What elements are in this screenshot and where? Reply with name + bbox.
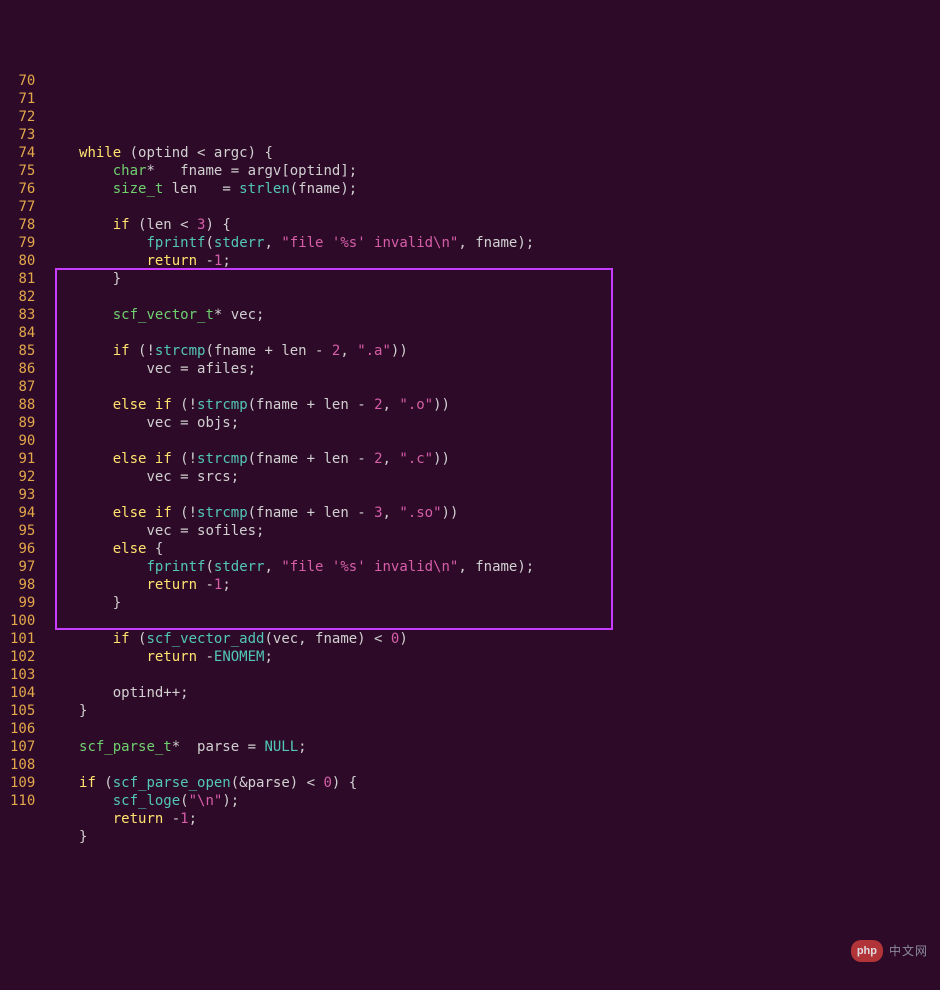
line-number: 87 [10, 378, 35, 396]
code-line: char* fname = argv[optind]; [45, 162, 534, 180]
code-line: return -1; [45, 576, 534, 594]
line-number: 74 [10, 144, 35, 162]
line-number: 79 [10, 234, 35, 252]
code-line: fprintf(stderr, "file '%s' invalid\n", f… [45, 234, 534, 252]
line-number: 89 [10, 414, 35, 432]
code-line: if (scf_parse_open(&parse) < 0) { [45, 774, 534, 792]
line-number: 110 [10, 792, 35, 810]
code-line: } [45, 270, 534, 288]
code-line [45, 720, 534, 738]
code-line [45, 486, 534, 504]
code-line: while (optind < argc) { [45, 144, 534, 162]
code-line [45, 432, 534, 450]
code-line: vec = sofiles; [45, 522, 534, 540]
code-line: else { [45, 540, 534, 558]
code-line [45, 756, 534, 774]
line-number: 106 [10, 720, 35, 738]
code-line: optind++; [45, 684, 534, 702]
line-number: 70 [10, 72, 35, 90]
watermark-badge: php [851, 940, 883, 962]
code-line: return -1; [45, 252, 534, 270]
line-number: 91 [10, 450, 35, 468]
code-line: fprintf(stderr, "file '%s' invalid\n", f… [45, 558, 534, 576]
line-number: 94 [10, 504, 35, 522]
line-number: 78 [10, 216, 35, 234]
line-number: 90 [10, 432, 35, 450]
line-number: 104 [10, 684, 35, 702]
line-number: 86 [10, 360, 35, 378]
line-number: 92 [10, 468, 35, 486]
code-line: else if (!strcmp(fname + len - 3, ".so")… [45, 504, 534, 522]
code-line [45, 324, 534, 342]
code-line: vec = objs; [45, 414, 534, 432]
code-editor: 7071727374757677787980818283848586878889… [0, 72, 940, 864]
watermark: php 中文网 [851, 940, 928, 962]
line-number: 105 [10, 702, 35, 720]
code-line [45, 288, 534, 306]
line-number: 83 [10, 306, 35, 324]
code-line: scf_vector_t* vec; [45, 306, 534, 324]
code-line: else if (!strcmp(fname + len - 2, ".c")) [45, 450, 534, 468]
code-line: if (scf_vector_add(vec, fname) < 0) [45, 630, 534, 648]
code-line [45, 198, 534, 216]
code-line: size_t len = strlen(fname); [45, 180, 534, 198]
line-number: 98 [10, 576, 35, 594]
code-line: scf_loge("\n"); [45, 792, 534, 810]
line-number: 101 [10, 630, 35, 648]
line-number: 82 [10, 288, 35, 306]
line-number: 100 [10, 612, 35, 630]
code-line: vec = srcs; [45, 468, 534, 486]
line-number: 99 [10, 594, 35, 612]
line-number: 76 [10, 180, 35, 198]
line-number: 97 [10, 558, 35, 576]
line-number: 71 [10, 90, 35, 108]
line-number: 96 [10, 540, 35, 558]
line-number: 75 [10, 162, 35, 180]
line-number: 109 [10, 774, 35, 792]
code-line: return -ENOMEM; [45, 648, 534, 666]
code-content: while (optind < argc) { char* fname = ar… [45, 72, 544, 864]
line-number: 103 [10, 666, 35, 684]
line-number: 72 [10, 108, 35, 126]
line-number: 81 [10, 270, 35, 288]
code-line: } [45, 702, 534, 720]
code-line [45, 378, 534, 396]
code-line [45, 666, 534, 684]
code-line: if (len < 3) { [45, 216, 534, 234]
line-number: 93 [10, 486, 35, 504]
code-line: return -1; [45, 810, 534, 828]
code-line: scf_parse_t* parse = NULL; [45, 738, 534, 756]
watermark-text: 中文网 [889, 942, 928, 960]
code-line [45, 846, 534, 864]
line-number: 84 [10, 324, 35, 342]
line-number-gutter: 7071727374757677787980818283848586878889… [0, 72, 45, 864]
line-number: 80 [10, 252, 35, 270]
line-number: 73 [10, 126, 35, 144]
code-line [45, 126, 534, 144]
line-number: 108 [10, 756, 35, 774]
code-line: if (!strcmp(fname + len - 2, ".a")) [45, 342, 534, 360]
code-line: } [45, 594, 534, 612]
line-number: 77 [10, 198, 35, 216]
line-number: 85 [10, 342, 35, 360]
line-number: 107 [10, 738, 35, 756]
code-line: } [45, 828, 534, 846]
line-number: 102 [10, 648, 35, 666]
line-number: 88 [10, 396, 35, 414]
code-line: else if (!strcmp(fname + len - 2, ".o")) [45, 396, 534, 414]
code-line [45, 612, 534, 630]
code-line: vec = afiles; [45, 360, 534, 378]
line-number: 95 [10, 522, 35, 540]
